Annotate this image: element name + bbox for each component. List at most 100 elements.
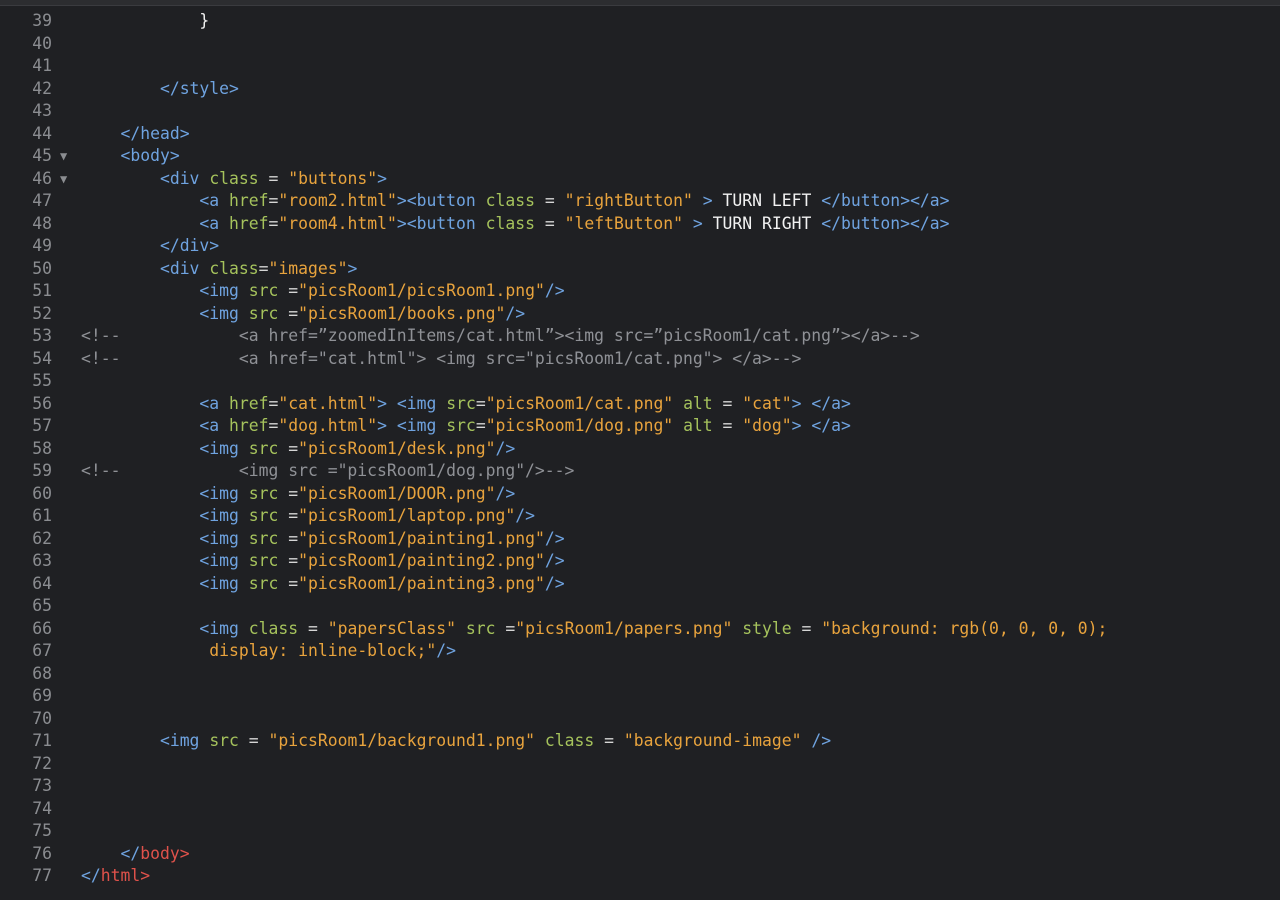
- line-number: 76: [32, 843, 52, 863]
- line-number: 39: [32, 11, 52, 30]
- editor-top-edge: [0, 0, 1280, 6]
- line-number: 58: [32, 438, 52, 458]
- code-text: <a href="dog.html"> <img src="picsRoom1/…: [199, 416, 851, 435]
- code-line[interactable]: 73: [0, 775, 1280, 798]
- code-text: }: [81, 11, 210, 30]
- code-line[interactable]: 57 <a href="dog.html"> <img src="picsRoo…: [0, 415, 1280, 438]
- code-line[interactable]: 61 <img src ="picsRoom1/laptop.png"/>: [0, 505, 1280, 528]
- line-number: 60: [32, 483, 52, 503]
- line-number: 48: [32, 213, 52, 233]
- line-number: 52: [32, 303, 52, 323]
- line-number: 57: [32, 416, 52, 435]
- line-number: 45: [32, 146, 52, 165]
- fold-arrow-icon[interactable]: ▼: [60, 145, 72, 168]
- code-line[interactable]: 64 <img src ="picsRoom1/painting3.png"/>: [0, 573, 1280, 596]
- line-number: 69: [32, 686, 52, 705]
- line-number: 49: [32, 236, 52, 255]
- code-line[interactable]: 68: [0, 663, 1280, 686]
- line-number: 66: [32, 618, 52, 638]
- code-line[interactable]: 53 <!-- <a href=”zoomedInItems/cat.html”>…: [0, 325, 1280, 348]
- line-number: 70: [32, 708, 52, 728]
- code-line[interactable]: 40: [0, 33, 1280, 56]
- code-line[interactable]: 43: [0, 100, 1280, 123]
- line-number: 71: [32, 731, 52, 750]
- code-line[interactable]: 45 ▼ <body>: [0, 145, 1280, 168]
- code-line[interactable]: 72: [0, 753, 1280, 776]
- code-line[interactable]: 65: [0, 595, 1280, 618]
- line-number: 55: [32, 371, 52, 390]
- code-text: <img src ="picsRoom1/painting2.png"/>: [199, 551, 565, 570]
- code-line[interactable]: 41: [0, 55, 1280, 78]
- code-editor[interactable]: 39 } 40 41 42 </style> 43 44 </head> 45 ▼ <body…: [0, 10, 1280, 900]
- line-number: 67: [32, 641, 52, 660]
- line-number: 40: [32, 33, 52, 53]
- code-text: </head>: [120, 123, 190, 143]
- code-line[interactable]: 70: [0, 708, 1280, 731]
- line-number: 68: [32, 663, 52, 683]
- code-text: <!-- <a href=”zoomedInItems/cat.html”><i…: [81, 326, 920, 345]
- code-line[interactable]: 77 </html>: [0, 865, 1280, 888]
- code-text: </html>: [81, 866, 151, 885]
- line-number: 44: [32, 123, 52, 143]
- code-line[interactable]: 44 </head>: [0, 123, 1280, 146]
- code-line[interactable]: 66 <img class = "papersClass" src ="pics…: [0, 618, 1280, 641]
- line-number: 63: [32, 551, 52, 570]
- code-line[interactable]: 54 <!-- <a href="cat.html"> <img src="pic…: [0, 348, 1280, 371]
- code-text: <a href="cat.html"> <img src="picsRoom1/…: [199, 393, 851, 413]
- code-line[interactable]: 50 <div class="images">: [0, 258, 1280, 281]
- code-line[interactable]: 74: [0, 798, 1280, 821]
- code-line[interactable]: 46 ▼ <div class = "buttons">: [0, 168, 1280, 191]
- code-text: <img src ="picsRoom1/DOOR.png"/>: [199, 483, 516, 503]
- code-text: <img src ="picsRoom1/painting1.png"/>: [199, 528, 565, 548]
- code-text: <img src = "picsRoom1/background1.png" c…: [159, 731, 832, 750]
- code-line[interactable]: 47 <a href="room2.html"><button class = …: [0, 190, 1280, 213]
- code-line[interactable]: 51 <img src ="picsRoom1/picsRoom1.png"/>: [0, 280, 1280, 303]
- line-number: 77: [32, 866, 52, 885]
- code-text: </div>: [159, 236, 220, 255]
- line-number: 62: [32, 528, 52, 548]
- code-line[interactable]: 52 <img src ="picsRoom1/books.png"/>: [0, 303, 1280, 326]
- code-line[interactable]: 60 <img src ="picsRoom1/DOOR.png"/>: [0, 483, 1280, 506]
- code-text: <img src ="picsRoom1/books.png"/>: [199, 303, 526, 323]
- code-text: </body>: [120, 843, 190, 863]
- code-line[interactable]: 62 <img src ="picsRoom1/painting1.png"/>: [0, 528, 1280, 551]
- code-line[interactable]: 63 <img src ="picsRoom1/painting2.png"/>: [0, 550, 1280, 573]
- line-number: 59: [32, 461, 52, 480]
- code-text: <div class = "buttons">: [159, 168, 387, 188]
- line-number: 43: [32, 101, 52, 120]
- code-text: <img src ="picsRoom1/painting3.png"/>: [199, 573, 565, 593]
- line-number: 50: [32, 258, 52, 278]
- line-number: 72: [32, 753, 52, 773]
- code-text: <!-- <img src ="picsRoom1/dog.png"/>-->: [81, 461, 575, 480]
- code-text: <a href="room4.html"><button class = "le…: [199, 213, 950, 233]
- line-number: 41: [32, 56, 52, 75]
- code-line[interactable]: 59 <!-- <img src ="picsRoom1/dog.png"/>--…: [0, 460, 1280, 483]
- fold-arrow-icon[interactable]: ▼: [60, 168, 72, 191]
- code-line[interactable]: 71 <img src = "picsRoom1/background1.png…: [0, 730, 1280, 753]
- code-line[interactable]: 69: [0, 685, 1280, 708]
- code-line[interactable]: 42 </style>: [0, 78, 1280, 101]
- line-number: 56: [32, 393, 52, 413]
- code-line[interactable]: 56 <a href="cat.html"> <img src="picsRoo…: [0, 393, 1280, 416]
- code-line[interactable]: 49 </div>: [0, 235, 1280, 258]
- code-text: <img class = "papersClass" src ="picsRoo…: [199, 618, 1108, 638]
- line-number: 74: [32, 798, 52, 818]
- code-text: <body>: [120, 146, 180, 165]
- code-line[interactable]: 75: [0, 820, 1280, 843]
- code-text: <a href="room2.html"><button class = "ri…: [199, 191, 950, 210]
- code-line[interactable]: 55: [0, 370, 1280, 393]
- line-number: 53: [32, 326, 52, 345]
- code-text: <div class="images">: [159, 258, 358, 278]
- code-line[interactable]: 39 }: [0, 10, 1280, 33]
- code-line[interactable]: 76 </body>: [0, 843, 1280, 866]
- line-number: 51: [32, 281, 52, 300]
- line-number: 64: [32, 573, 52, 593]
- line-number: 47: [32, 191, 52, 210]
- code-line[interactable]: 48 <a href="room4.html"><button class = …: [0, 213, 1280, 236]
- code-text: <!-- <a href="cat.html"> <img src="picsR…: [81, 348, 802, 368]
- line-number: 73: [32, 776, 52, 795]
- line-number: 65: [32, 596, 52, 615]
- code-line[interactable]: 67 display: inline-block;"/>: [0, 640, 1280, 663]
- code-line[interactable]: 58 <img src ="picsRoom1/desk.png"/>: [0, 438, 1280, 461]
- code-text: display: inline-block;"/>: [209, 641, 457, 660]
